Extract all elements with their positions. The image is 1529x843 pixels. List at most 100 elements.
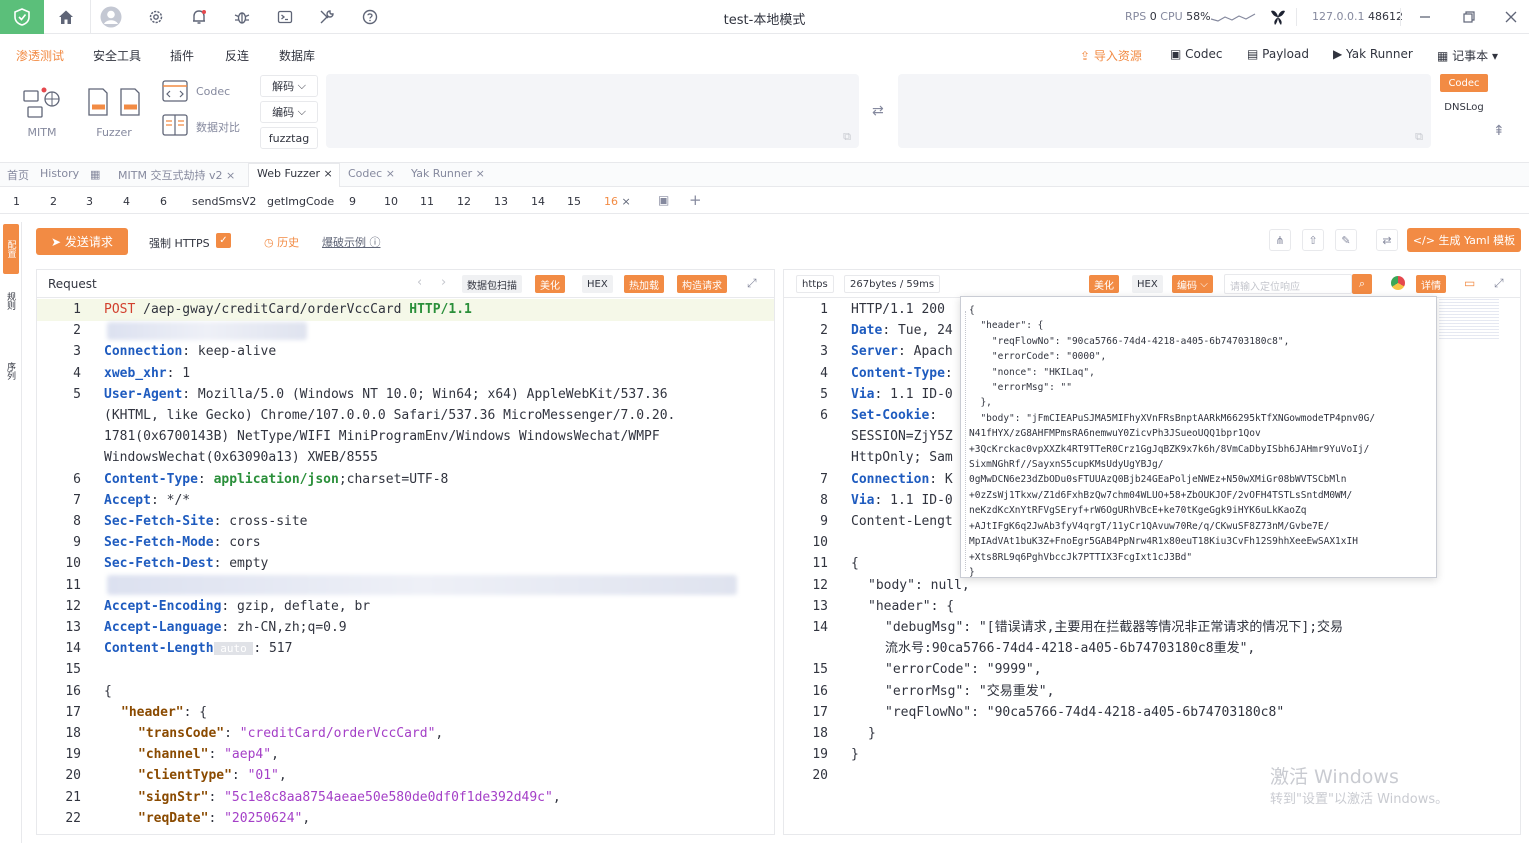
menu-reverse[interactable]: 反连 <box>225 47 249 64</box>
hex-button[interactable]: HEX <box>582 275 613 293</box>
close-icon[interactable]: × <box>622 195 631 208</box>
copy-icon[interactable]: ⧉ <box>843 130 851 144</box>
codec-output-area[interactable]: ⧉ <box>898 74 1431 148</box>
codec-input-area[interactable]: ⧉ <box>326 74 859 148</box>
close-icon[interactable]: × <box>324 167 333 180</box>
swap-icon[interactable]: ⇄ <box>872 103 884 119</box>
close-icon[interactable]: × <box>476 167 485 180</box>
subtab-13[interactable]: 13 <box>494 195 508 208</box>
subtab-sendsmsv2[interactable]: sendSmsV2 <box>192 195 256 208</box>
tab-web-fuzzer[interactable]: Web Fuzzer × <box>257 167 333 180</box>
side-sequence-tab[interactable]: 序列 <box>4 362 17 380</box>
code-line: Connection: K <box>851 471 953 487</box>
comment-icon[interactable]: ▭ <box>1464 276 1475 290</box>
subtab-4[interactable]: 4 <box>123 195 130 208</box>
notepad-shortcut-button[interactable]: ▦ 记事本 ▾ <box>1437 47 1498 64</box>
search-icon[interactable]: ⌕ <box>1352 274 1372 294</box>
decode-select[interactable]: 解码 ⌵ <box>260 75 318 97</box>
menu-database[interactable]: 数据库 <box>279 47 315 64</box>
close-icon[interactable] <box>1500 6 1522 28</box>
code-line: 1781(0x6700143B) NetType/WIFI MiniProgra… <box>104 429 660 445</box>
codec-shortcut-button[interactable]: ▣ Codec <box>1170 47 1222 61</box>
side-dnslog-tab[interactable]: DNSLog <box>1440 98 1488 116</box>
subtab-12[interactable]: 12 <box>457 195 471 208</box>
subtab-getimgcode[interactable]: getImgCode <box>267 195 334 208</box>
compare-tool-icon[interactable] <box>162 114 188 136</box>
encoding-select[interactable]: 编码 ⌵ <box>1172 275 1213 293</box>
tab-yak-runner[interactable]: Yak Runner × <box>411 167 485 180</box>
side-codec-tab[interactable]: Codec <box>1440 74 1488 92</box>
force-https-checkbox[interactable]: ✓ <box>216 233 231 248</box>
tab-codec[interactable]: Codec × <box>348 167 395 180</box>
close-icon[interactable]: × <box>386 167 395 180</box>
subtab-1[interactable]: 1 <box>13 195 20 208</box>
expand-icon[interactable]: ⤢ <box>1494 276 1504 291</box>
chevron-down-icon: ⌵ <box>297 79 306 92</box>
side-config-tab[interactable]: 配置 <box>3 224 19 274</box>
prev-icon[interactable]: ‹ <box>417 275 422 290</box>
subtab-2[interactable]: 2 <box>50 195 57 208</box>
details-button[interactable]: 详情 <box>1416 275 1446 293</box>
tab-mitm[interactable]: MITM 交互式劫持 v2 × <box>118 167 235 183</box>
brute-example-link[interactable]: 爆破示例 ⓘ <box>322 234 381 250</box>
menu-security-tools[interactable]: 安全工具 <box>93 47 141 64</box>
menu-plugins[interactable]: 插件 <box>170 47 194 64</box>
line-number: 15 <box>65 662 81 678</box>
save-icon[interactable]: ▣ <box>658 193 669 207</box>
line-number: 9 <box>820 514 828 529</box>
collapse-icon[interactable]: ⇞ <box>1493 123 1505 139</box>
payload-shortcut-button[interactable]: ▤ Payload <box>1247 47 1309 61</box>
tab-history[interactable]: History <box>40 167 79 180</box>
subtab-9[interactable]: 9 <box>349 195 356 208</box>
import-resource-button[interactable]: ⇪ 导入资源 <box>1080 47 1142 64</box>
code-line: Sec-Fetch-Mode: cors <box>104 535 261 551</box>
codec-tool-icon[interactable] <box>162 80 188 102</box>
generate-yaml-button[interactable]: </> 生成 Yaml 模板 <box>1407 228 1521 252</box>
send-request-button[interactable]: ➤ 发送请求 <box>36 228 128 255</box>
fuzzer-tool[interactable]: Fuzzer <box>82 87 146 139</box>
subtab-6[interactable]: 6 <box>160 195 167 208</box>
next-icon[interactable]: › <box>441 275 446 290</box>
expand-icon[interactable]: ⤢ <box>747 276 757 291</box>
yakrunner-shortcut-button[interactable]: ▶ Yak Runner <box>1333 47 1413 61</box>
copy-icon[interactable]: ⧉ <box>1415 130 1423 144</box>
restore-icon[interactable] <box>1458 6 1480 28</box>
chrome-icon[interactable] <box>1391 276 1405 290</box>
subtab-14[interactable]: 14 <box>531 195 545 208</box>
tab-list-icon[interactable]: ▦ <box>90 168 100 181</box>
codec-icon: ▣ <box>1170 47 1186 61</box>
hex-button[interactable]: HEX <box>1132 275 1163 293</box>
subtab-16[interactable]: 16 × <box>604 195 631 208</box>
history-button[interactable]: ◷ 历史 <box>264 234 299 250</box>
encode-select[interactable]: 编码 ⌵ <box>260 101 318 123</box>
swap-layout-icon[interactable]: ⇄ <box>1376 229 1398 251</box>
line-number: 8 <box>73 514 81 529</box>
share-icon[interactable]: ⋔ <box>1269 229 1291 251</box>
subtab-10[interactable]: 10 <box>384 195 398 208</box>
edit-icon[interactable]: ✎ <box>1335 229 1357 251</box>
tab-home[interactable]: 首页 <box>7 167 29 183</box>
beautify-button[interactable]: 美化 <box>535 275 565 293</box>
hot-reload-button[interactable]: 热加载 <box>624 275 664 293</box>
packet-scan-button[interactable]: 数据包扫描 <box>462 275 522 293</box>
export-icon[interactable]: ⇧ <box>1302 229 1324 251</box>
subtab-3[interactable]: 3 <box>86 195 93 208</box>
minimize-icon[interactable] <box>1414 6 1436 28</box>
locate-response-input[interactable]: 请输入定位响应 <box>1224 274 1352 294</box>
fuzztag-button[interactable]: fuzztag <box>260 127 318 149</box>
subtab-15[interactable]: 15 <box>567 195 581 208</box>
line-number: 19 <box>65 747 81 763</box>
menu-pentest[interactable]: 渗透测试 <box>16 47 64 64</box>
minimap[interactable] <box>1439 299 1499 339</box>
build-request-button[interactable]: 构造请求 <box>677 275 727 293</box>
close-icon[interactable]: × <box>226 169 235 182</box>
codec-tool-label[interactable]: Codec <box>196 85 230 98</box>
compare-tool-label[interactable]: 数据对比 <box>196 119 240 135</box>
engine-logo-icon[interactable] <box>1268 7 1288 30</box>
beautify-button[interactable]: 美化 <box>1089 275 1119 293</box>
add-tab-icon[interactable]: + <box>689 191 702 209</box>
side-rules-tab[interactable]: 规则 <box>4 292 17 310</box>
subtab-11[interactable]: 11 <box>420 195 434 208</box>
mitm-tool[interactable]: MITM <box>20 85 64 139</box>
code-line: HttpOnly; Sam <box>851 450 953 466</box>
